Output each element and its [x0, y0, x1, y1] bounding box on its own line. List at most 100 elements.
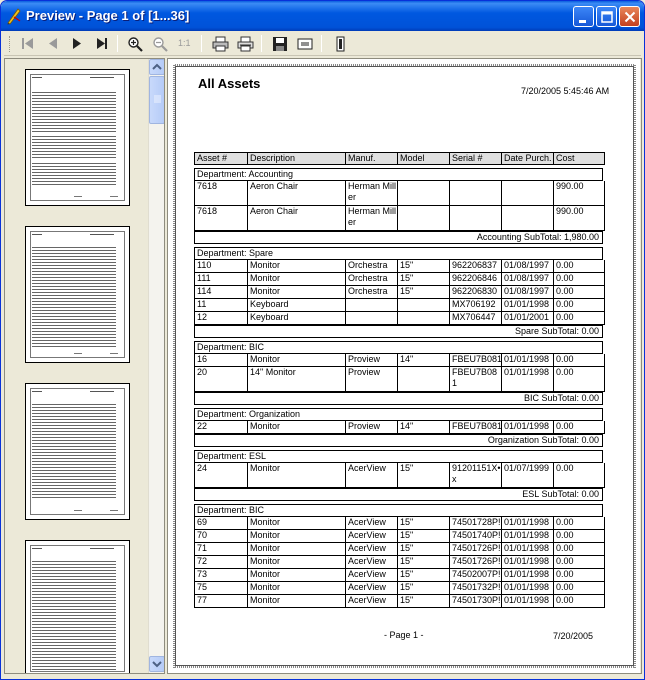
table-row: 12 Keyboard MX706447 01/01/2001 0.00: [194, 312, 605, 325]
report-title: All Assets: [198, 76, 261, 91]
table-cell: 01/01/1998: [501, 595, 553, 607]
table-cell: 15": [397, 530, 449, 542]
table-cell: 01/01/1998: [501, 569, 553, 581]
table-cell: 0.00: [553, 299, 605, 311]
scroll-up-button[interactable]: [149, 59, 164, 75]
column-header: Manuf.: [345, 153, 397, 164]
table-row: 114 Monitor Orchestra 15" 962206830 01/08/199…: [194, 286, 605, 299]
thumbnail-scrollbar[interactable]: [148, 59, 164, 673]
subtotal-row: Accounting SubTotal: 1,980.00: [194, 231, 603, 244]
preview-pane[interactable]: All Assets 7/20/2005 5:45:46 AM Asset # …: [167, 58, 642, 674]
department-header: Department: Accounting: [194, 168, 603, 181]
preview-window: Preview - Page 1 of [1...36] 1:1 All Ass…: [0, 0, 645, 680]
table-cell: FBEU7B081: [449, 421, 501, 433]
table-row: 73 Monitor AcerView 15" 74502007P! 01/01/1998…: [194, 569, 605, 582]
table-cell: 74501728P!: [449, 517, 501, 529]
table-cell: 01/08/1997: [501, 260, 553, 272]
table-cell: 91201151X• x: [449, 463, 501, 487]
table-header: Asset # Description Manuf. Model Serial …: [194, 152, 605, 165]
table-row: 22 Monitor Proview 14" FBEU7B081 01/01/1998 0.…: [194, 421, 605, 434]
table-cell: 0.00: [553, 421, 605, 433]
chevron-up-icon: [152, 63, 162, 70]
column-header: Serial #: [449, 153, 501, 164]
table-cell: 14" Monitor: [247, 367, 345, 391]
table-cell: 15": [397, 543, 449, 555]
print-setup-button[interactable]: [235, 34, 255, 53]
scroll-thumb[interactable]: [149, 76, 164, 124]
table-cell: Monitor: [247, 354, 345, 366]
table-cell: 15": [397, 556, 449, 568]
actual-size-icon: 1:1: [178, 38, 191, 48]
table-cell: Monitor: [247, 421, 345, 433]
title-bar[interactable]: Preview - Page 1 of [1...36]: [1, 1, 644, 31]
table-cell: 01/01/1998: [501, 556, 553, 568]
department-header: Department: BIC: [194, 341, 603, 354]
grip-icon: [154, 95, 161, 103]
save-icon: [273, 37, 287, 51]
table-cell: 24: [194, 463, 247, 487]
print-icon: [212, 36, 229, 52]
table-cell: 74501740P!: [449, 530, 501, 542]
table-cell: 0.00: [553, 582, 605, 594]
zoom-in-button[interactable]: [125, 34, 145, 53]
save-button[interactable]: [270, 34, 290, 53]
table-cell: 0.00: [553, 556, 605, 568]
table-cell: Monitor: [247, 569, 345, 581]
page-thumbnail-1[interactable]: [25, 69, 130, 206]
table-cell: AcerView: [345, 543, 397, 555]
page-thumbnail-2[interactable]: [25, 226, 130, 363]
table-cell: [345, 312, 397, 324]
table-cell: 11: [194, 299, 247, 311]
table-cell: 962206837: [449, 260, 501, 272]
zoom-out-icon: [153, 37, 168, 52]
table-cell: [397, 312, 449, 324]
table-cell: 71: [194, 543, 247, 555]
next-page-button[interactable]: [67, 34, 87, 53]
table-cell: 01/01/1998: [501, 367, 553, 391]
table-cell: 0.00: [553, 595, 605, 607]
table-cell: 01/01/2001: [501, 312, 553, 324]
table-cell: 0.00: [553, 286, 605, 298]
maximize-button[interactable]: [596, 6, 617, 27]
page-thumbnail-3[interactable]: [25, 383, 130, 520]
page-thumbnail-4[interactable]: [25, 540, 130, 673]
print-button[interactable]: [210, 34, 230, 53]
actual-size-button[interactable]: 1:1: [175, 34, 195, 53]
minimize-button[interactable]: [573, 6, 594, 27]
table-cell: 15": [397, 286, 449, 298]
toolbar-separator: [321, 35, 322, 52]
table-cell: 0.00: [553, 367, 605, 391]
table-cell: Orchestra: [345, 260, 397, 272]
table-cell: [501, 206, 553, 230]
table-cell: [397, 181, 449, 205]
scroll-down-button[interactable]: [149, 656, 164, 672]
table-cell: Keyboard: [247, 312, 345, 324]
table-cell: 114: [194, 286, 247, 298]
subtotal-row: BIC SubTotal: 0.00: [194, 392, 603, 405]
table-row: 111 Monitor Orchestra 15" 962206846 01/08/199…: [194, 273, 605, 286]
table-cell: 0.00: [553, 260, 605, 272]
first-page-button[interactable]: [18, 34, 38, 53]
department-header: Department: Organization: [194, 408, 603, 421]
close-button[interactable]: [619, 6, 640, 27]
table-cell: Herman Miller: [345, 181, 397, 205]
table-cell: AcerView: [345, 517, 397, 529]
maximize-icon: [601, 11, 613, 23]
table-cell: 74501726P!: [449, 556, 501, 568]
table-cell: Proview: [345, 367, 397, 391]
close-icon: [624, 11, 636, 23]
table-cell: [449, 181, 501, 205]
table-row: 20 14" Monitor Proview FBEU7B081 01/01/1998 0…: [194, 367, 605, 392]
table-row: 24 Monitor AcerView 15" 91201151X• x 01/07/19…: [194, 463, 605, 488]
close-preview-button[interactable]: [330, 34, 350, 53]
table-cell: 70: [194, 530, 247, 542]
table-cell: 01/08/1997: [501, 286, 553, 298]
table-cell: FBEU7B081: [449, 367, 501, 391]
page-footer: - Page 1 -: [384, 630, 424, 640]
toolbar-grip[interactable]: [9, 36, 12, 52]
zoom-out-button[interactable]: [150, 34, 170, 53]
table-cell: 14": [397, 421, 449, 433]
last-page-button[interactable]: [92, 34, 112, 53]
export-button[interactable]: [295, 34, 315, 53]
previous-page-button[interactable]: [43, 34, 63, 53]
